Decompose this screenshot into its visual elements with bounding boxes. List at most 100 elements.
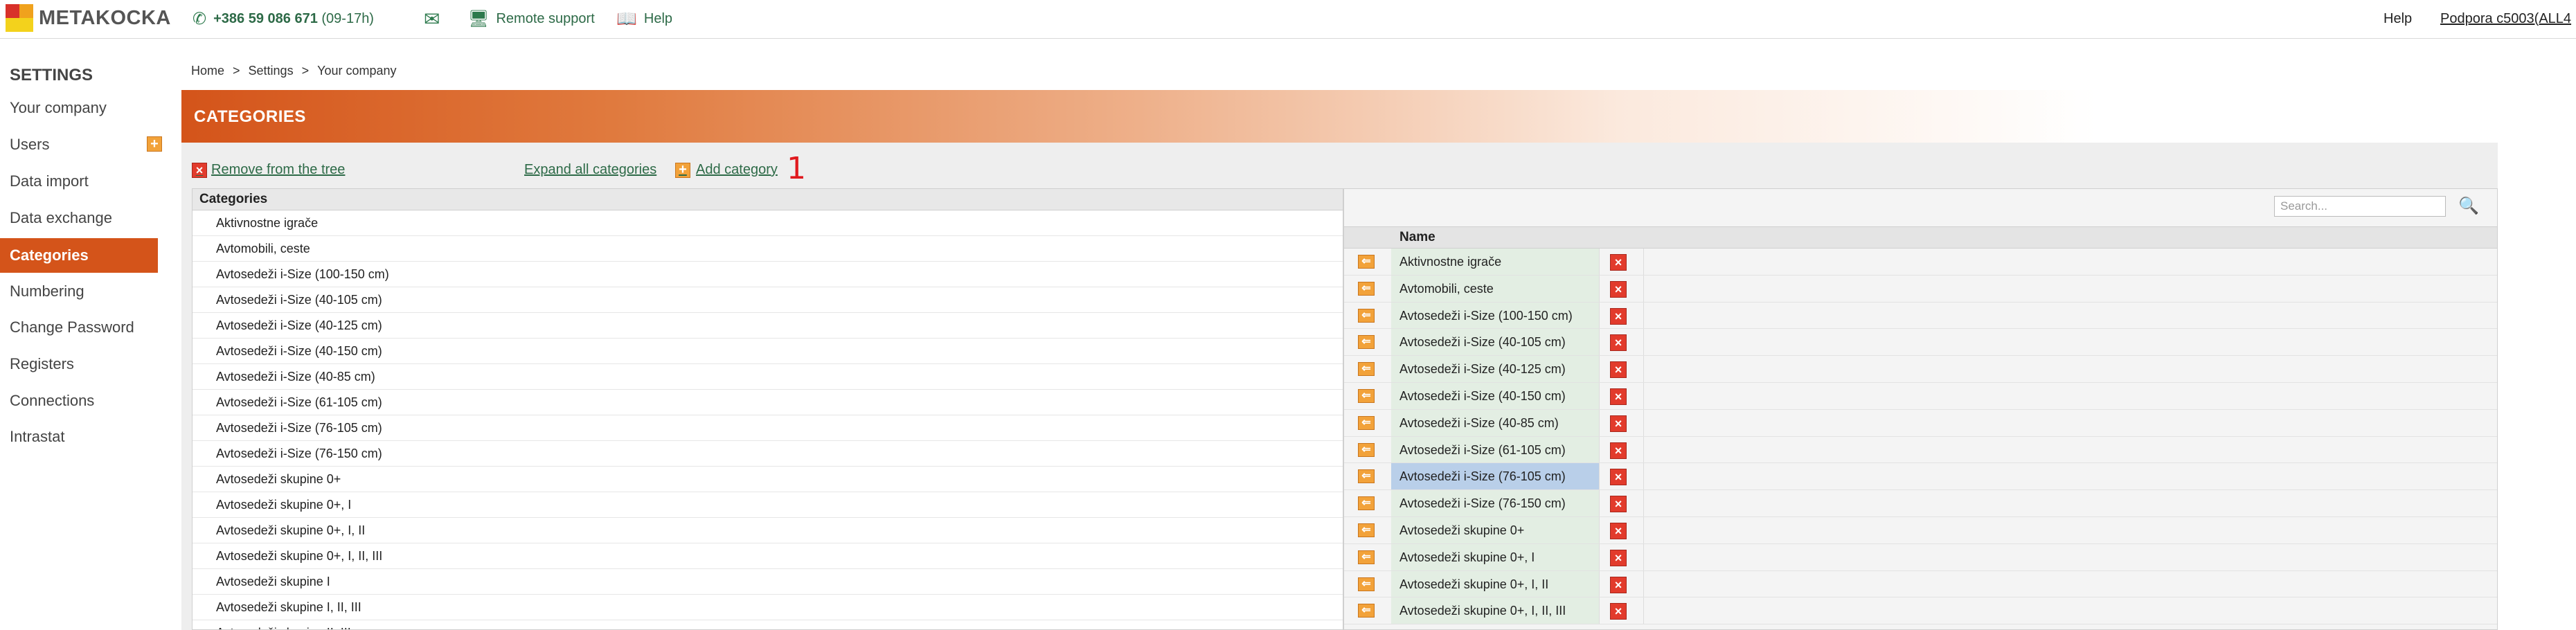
grid-row[interactable]: ⇐ Avtosedeži i-Size (61-105 cm) ×	[1344, 436, 2497, 464]
delete-icon[interactable]: ×	[1610, 307, 1627, 325]
phone-contact[interactable]: ✆ +386 59 086 671 (09-17h)	[193, 7, 374, 30]
tree-row[interactable]: Avtosedeži skupine 0+, I, II, III	[193, 543, 1343, 569]
sidebar-item-users[interactable]: Users +	[0, 128, 162, 161]
sidebar-item-your-company[interactable]: Your company	[0, 91, 158, 125]
sidebar-item-intrastat[interactable]: Intrastat	[0, 420, 158, 453]
grid-cell-name[interactable]: Avtosedeži i-Size (40-125 cm)	[1391, 356, 1599, 382]
help-link-right[interactable]: Help	[2383, 7, 2412, 30]
move-to-tree-icon[interactable]: ⇐	[1358, 469, 1375, 484]
move-to-tree-icon[interactable]: ⇐	[1358, 550, 1375, 564]
delete-icon[interactable]: ×	[1610, 415, 1627, 432]
move-to-tree-icon[interactable]: ⇐	[1358, 604, 1375, 618]
grid-row[interactable]: ⇐ Avtosedeži skupine 0+, I, II, III ×	[1344, 597, 2497, 625]
help-link[interactable]: 📖 Help	[616, 7, 672, 30]
logo[interactable]: METAKOCKA	[6, 3, 171, 33]
grid-row[interactable]: ⇐ Avtosedeži i-Size (40-150 cm) ×	[1344, 382, 2497, 410]
move-to-tree-icon[interactable]: ⇐	[1358, 388, 1375, 403]
delete-icon[interactable]: ×	[1610, 388, 1627, 405]
expand-all-categories-link[interactable]: Expand all categories	[524, 162, 656, 178]
tree-row[interactable]: Avtomobili, ceste	[193, 236, 1343, 262]
grid-row[interactable]: ⇐ Avtosedeži i-Size (40-125 cm) ×	[1344, 356, 2497, 383]
delete-icon[interactable]: ×	[1610, 254, 1627, 271]
email-button[interactable]: ✉	[424, 7, 447, 30]
sidebar-item-numbering[interactable]: Numbering	[0, 275, 158, 308]
sidebar-item-connections[interactable]: Connections	[0, 384, 158, 417]
breadcrumb-home[interactable]: Home	[191, 64, 224, 78]
tree-row[interactable]: Avtosedeži skupine 0+	[193, 467, 1343, 492]
tree-row[interactable]: Avtosedeži skupine II, III	[193, 620, 1343, 629]
delete-icon[interactable]: ×	[1610, 522, 1627, 539]
delete-icon[interactable]: ×	[1610, 469, 1627, 486]
delete-icon[interactable]: ×	[1610, 334, 1627, 352]
user-menu[interactable]: Podpora c5003(ALL4	[2440, 7, 2571, 30]
move-to-tree-icon[interactable]: ⇐	[1358, 255, 1375, 269]
grid-row[interactable]: ⇐ Aktivnostne igrače ×	[1344, 249, 2497, 276]
sidebar-item-change-password[interactable]: Change Password	[0, 311, 158, 344]
remote-support-link[interactable]: 🖥 Remote support	[468, 7, 595, 30]
tree-row[interactable]: Avtosedeži skupine 0+, I	[193, 492, 1343, 518]
grid-row[interactable]: ⇐ Avtosedeži i-Size (40-85 cm) ×	[1344, 409, 2497, 437]
grid-cell-name[interactable]: Avtosedeži skupine 0+, I, II, III	[1391, 597, 1599, 624]
move-to-tree-icon[interactable]: ⇐	[1358, 335, 1375, 350]
grid-row[interactable]: ⇐ Avtosedeži i-Size (100-150 cm) ×	[1344, 302, 2497, 330]
grid-cell-name[interactable]: Avtomobili, ceste	[1391, 275, 1599, 302]
delete-icon[interactable]: ×	[1610, 603, 1627, 620]
grid-cell-name[interactable]: Avtosedeži i-Size (100-150 cm)	[1391, 302, 1599, 329]
tree-row[interactable]: Avtosedeži skupine I	[193, 569, 1343, 595]
logo-text: METAKOCKA	[39, 6, 171, 29]
delete-icon[interactable]: ×	[1610, 280, 1627, 298]
grid-row[interactable]: ⇐ Avtomobili, ceste ×	[1344, 275, 2497, 303]
sidebar-item-data-exchange[interactable]: Data exchange	[0, 201, 158, 235]
move-to-tree-icon[interactable]: ⇐	[1358, 523, 1375, 537]
grid-cell-name[interactable]: Avtosedeži i-Size (40-105 cm)	[1391, 329, 1599, 356]
delete-icon[interactable]: ×	[1610, 361, 1627, 379]
tree-row[interactable]: Avtosedeži i-Size (100-150 cm)	[193, 262, 1343, 287]
tree-row[interactable]: Avtosedeži skupine 0+, I, II	[193, 518, 1343, 543]
delete-icon[interactable]: ×	[1610, 576, 1627, 593]
search-input[interactable]: Search...	[2274, 196, 2446, 217]
grid-cell-name[interactable]: Aktivnostne igrače	[1391, 249, 1599, 275]
move-to-tree-icon[interactable]: ⇐	[1358, 442, 1375, 457]
add-category-button[interactable]: + Add category	[675, 162, 778, 178]
tree-row[interactable]: Avtosedeži i-Size (40-105 cm)	[193, 287, 1343, 313]
move-to-tree-icon[interactable]: ⇐	[1358, 308, 1375, 323]
delete-icon[interactable]: ×	[1610, 496, 1627, 513]
move-to-tree-icon[interactable]: ⇐	[1358, 281, 1375, 296]
delete-icon[interactable]: ×	[1610, 549, 1627, 566]
grid-row[interactable]: ⇐ Avtosedeži i-Size (40-105 cm) ×	[1344, 329, 2497, 357]
remove-from-tree-button[interactable]: × Remove from the tree	[192, 162, 345, 178]
sidebar-item-categories[interactable]: Categories	[0, 238, 158, 273]
tree-row[interactable]: Avtosedeži i-Size (61-105 cm)	[193, 390, 1343, 415]
tree-row[interactable]: Aktivnostne igrače	[193, 210, 1343, 236]
tree-row[interactable]: Avtosedeži skupine I, II, III	[193, 595, 1343, 620]
sidebar-item-data-import[interactable]: Data import	[0, 165, 158, 198]
sidebar-item-registers[interactable]: Registers	[0, 348, 158, 381]
move-to-tree-icon[interactable]: ⇐	[1358, 496, 1375, 511]
breadcrumb-settings[interactable]: Settings	[249, 64, 294, 78]
grid-cell-name[interactable]: Avtosedeži skupine 0+	[1391, 516, 1599, 543]
grid-row[interactable]: ⇐ Avtosedeži skupine 0+ ×	[1344, 516, 2497, 544]
tree-row[interactable]: Avtosedeži i-Size (40-85 cm)	[193, 364, 1343, 390]
add-user-icon[interactable]: +	[147, 136, 162, 152]
grid-row[interactable]: ⇐ Avtosedeži skupine 0+, I ×	[1344, 543, 2497, 571]
delete-icon[interactable]: ×	[1610, 442, 1627, 459]
grid-cell-name[interactable]: Avtosedeži i-Size (40-85 cm)	[1391, 409, 1599, 436]
column-header-name[interactable]: Name	[1399, 227, 1435, 248]
grid-cell-name[interactable]: Avtosedeži i-Size (61-105 cm)	[1391, 436, 1599, 463]
grid-cell-name[interactable]: Avtosedeži skupine 0+, I, II	[1391, 570, 1599, 597]
tree-row[interactable]: Avtosedeži i-Size (76-150 cm)	[193, 441, 1343, 467]
grid-row[interactable]: ⇐ Avtosedeži i-Size (76-105 cm) ×	[1344, 463, 2497, 491]
grid-row[interactable]: ⇐ Avtosedeži i-Size (76-150 cm) ×	[1344, 490, 2497, 517]
move-to-tree-icon[interactable]: ⇐	[1358, 415, 1375, 430]
grid-cell-name[interactable]: Avtosedeži i-Size (40-150 cm)	[1391, 382, 1599, 409]
move-to-tree-icon[interactable]: ⇐	[1358, 577, 1375, 591]
tree-row[interactable]: Avtosedeži i-Size (40-150 cm)	[193, 339, 1343, 364]
grid-row[interactable]: ⇐ Avtosedeži skupine 0+, I, II ×	[1344, 570, 2497, 598]
grid-cell-name[interactable]: Avtosedeži i-Size (76-105 cm)	[1391, 463, 1599, 490]
move-to-tree-icon[interactable]: ⇐	[1358, 362, 1375, 377]
tree-row[interactable]: Avtosedeži i-Size (76-105 cm)	[193, 415, 1343, 441]
grid-cell-name[interactable]: Avtosedeži skupine 0+, I	[1391, 543, 1599, 570]
search-icon[interactable]: 🔍	[2458, 196, 2479, 217]
tree-row[interactable]: Avtosedeži i-Size (40-125 cm)	[193, 313, 1343, 339]
grid-cell-name[interactable]: Avtosedeži i-Size (76-150 cm)	[1391, 490, 1599, 516]
